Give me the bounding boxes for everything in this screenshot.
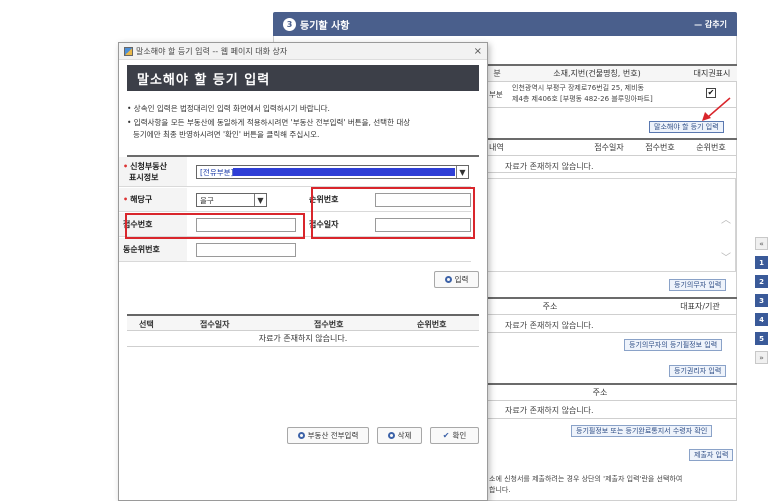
nav-item-2[interactable]: 2	[755, 275, 768, 288]
result-col-receipt-no: 접수번호	[314, 320, 344, 329]
property-label-1: 신청부동산	[130, 161, 167, 171]
side-nav: « 1 2 3 4 5 »	[755, 237, 768, 364]
red-arrow-annotation	[702, 97, 731, 121]
col-address-header: 소재,지번(건물명칭, 번호)	[507, 66, 687, 81]
confirm-recipient-button[interactable]: 등기필정보 또는 등기완료통지서 수령자 확인	[571, 425, 713, 437]
result-empty-row: 자료가 존재하지 않습니다.	[127, 331, 479, 347]
delete-button[interactable]: 삭제	[377, 427, 422, 444]
input-button[interactable]: 입력	[434, 271, 479, 288]
required-mark: •	[123, 161, 129, 171]
chevron-down-icon[interactable]: ▼	[456, 166, 468, 178]
scroll-down-icon[interactable]: ﹀	[721, 249, 731, 264]
section-title: 등기할 사항	[300, 20, 350, 32]
result-col-rank-no: 순위번호	[417, 320, 447, 329]
notice-heir: • 상속인 입력은 법정대리인 입력 화면에서 입력하시기 바랍니다.	[127, 104, 330, 113]
required-mark: •	[123, 195, 129, 204]
all-property-button[interactable]: 부동산 전부입력	[287, 427, 369, 444]
circle-icon	[297, 432, 305, 439]
col-division-header: 분	[487, 66, 507, 81]
scroll-up-icon[interactable]: ︿	[721, 211, 731, 226]
section-select-value: 을구	[200, 195, 214, 205]
list1-col-receipt-no: 접수번호	[645, 142, 675, 152]
result-table-header: 선택 접수일자 접수번호 순위번호	[127, 314, 479, 331]
cancel-register-dialog: 말소해야 할 등기 입력 -- 웹 페이지 대화 상자 × 말소해야 할 등기 …	[118, 42, 488, 501]
list2-col-representative: 대표자/기관	[680, 301, 720, 311]
nav-item-3[interactable]: 3	[755, 294, 768, 307]
row-division: 부분	[489, 90, 503, 99]
section-number-badge: 3	[283, 17, 296, 31]
check-icon: ✔	[442, 431, 450, 440]
submitter-input-button[interactable]: 제출자 입력	[689, 449, 734, 461]
property-label: • 신청부동산 표시정보	[119, 157, 187, 186]
notice-apply-line2: 등기에만 최종 반영하시려면 '확인' 버튼을 클릭해 주십시오.	[133, 130, 320, 139]
notice-apply-line1: • 입력사항을 모든 부동산에 동일하게 적용하시려면 '부동산 전부입력' 버…	[127, 118, 411, 127]
property-label-2: 표시정보	[129, 172, 159, 182]
confirm-label: 확인	[452, 431, 467, 440]
nav-item-4[interactable]: 4	[755, 313, 768, 326]
result-col-select: 선택	[139, 320, 154, 329]
list3-header-divider	[487, 400, 737, 401]
nav-down-button[interactable]: »	[755, 351, 768, 364]
obligor-input-button[interactable]: 등기의무자 입력	[669, 279, 727, 291]
dialog-titlebar: 말소해야 할 등기 입력 -- 웹 페이지 대화 상자 ×	[119, 43, 487, 60]
col-land-right-header: 대지권표시	[687, 66, 737, 81]
form-row-same-rank: 동순위번호	[119, 238, 471, 262]
obligor-info-button[interactable]: 등기의무자의 등기필정보 입력	[624, 339, 723, 351]
footer-note-line1: 소에 신청서를 제출하려는 경우 상단의 '제출자 입력'란을 선택하여	[489, 475, 683, 483]
circle-icon	[387, 432, 395, 439]
table-header-divider	[487, 81, 737, 82]
list2-bottom	[487, 332, 737, 333]
close-icon[interactable]: ×	[474, 46, 482, 57]
all-property-label: 부동산 전부입력	[307, 431, 359, 440]
dialog-banner-title: 말소해야 할 등기 입력	[127, 65, 479, 91]
list1-col-receipt-date: 접수일자	[594, 142, 624, 152]
list1-col-rank-no: 순위번호	[696, 142, 726, 152]
list3-col-address: 주소	[592, 387, 608, 397]
ie-window-icon	[124, 46, 133, 56]
list2-empty: 자료가 존재하지 않습니다.	[505, 321, 594, 330]
section-label: • 해당구	[119, 188, 187, 211]
list3-bottom	[487, 418, 737, 419]
property-select-value: [전유부분]	[200, 167, 234, 177]
nav-up-button[interactable]: «	[755, 237, 768, 250]
list1-bottom	[487, 172, 737, 173]
result-col-receipt-date: 접수일자	[200, 320, 230, 329]
holder-input-button[interactable]: 등기권리자 입력	[669, 365, 727, 377]
same-rank-input[interactable]	[196, 243, 296, 257]
dialog-window-title: 말소해야 할 등기 입력 -- 웹 페이지 대화 상자	[136, 46, 288, 56]
section-header: 3 등기할 사항 — 감추기	[273, 12, 737, 36]
nav-item-5[interactable]: 5	[755, 332, 768, 345]
footer-note-line2: 합니다.	[489, 486, 511, 494]
input-button-label: 입력	[454, 275, 469, 284]
list2-col-address: 주소	[542, 301, 558, 311]
same-rank-label: 동순위번호	[119, 238, 187, 261]
confirm-button[interactable]: ✔ 확인	[430, 427, 479, 444]
cancel-register-button[interactable]: 말소해야 할 등기 입력	[649, 121, 724, 133]
row-address-line2: 제4층 제406호 [부평동 482-26 블루밍아파트]	[512, 95, 653, 103]
notes-textarea[interactable]: ︿ ﹀	[487, 178, 736, 272]
nav-item-1[interactable]: 1	[755, 256, 768, 269]
redacted-bar	[233, 168, 455, 176]
collapse-button[interactable]: — 감추기	[694, 19, 727, 30]
delete-label: 삭제	[397, 431, 412, 440]
highlight-rank-date	[311, 187, 475, 239]
section-select[interactable]: 을구 ▼	[196, 193, 267, 207]
list2-header-divider	[487, 314, 737, 315]
chevron-down-icon[interactable]: ▼	[254, 194, 266, 206]
row-address-line1: 인천광역시 부평구 장제로76번길 25, 제비동	[512, 84, 644, 92]
circle-icon	[444, 276, 452, 283]
property-select[interactable]: [전유부분] ▼	[196, 165, 469, 179]
section-label-text: 해당구	[130, 195, 153, 204]
list1-col-content: 내역	[489, 142, 504, 152]
list1-empty: 자료가 존재하지 않습니다.	[505, 162, 594, 171]
form-row-property: • 신청부동산 표시정보 [전유부분] ▼	[119, 157, 471, 187]
list3-empty: 자료가 존재하지 않습니다.	[505, 406, 594, 415]
list1-header-divider	[487, 155, 737, 156]
highlight-receipt-no	[125, 213, 305, 239]
